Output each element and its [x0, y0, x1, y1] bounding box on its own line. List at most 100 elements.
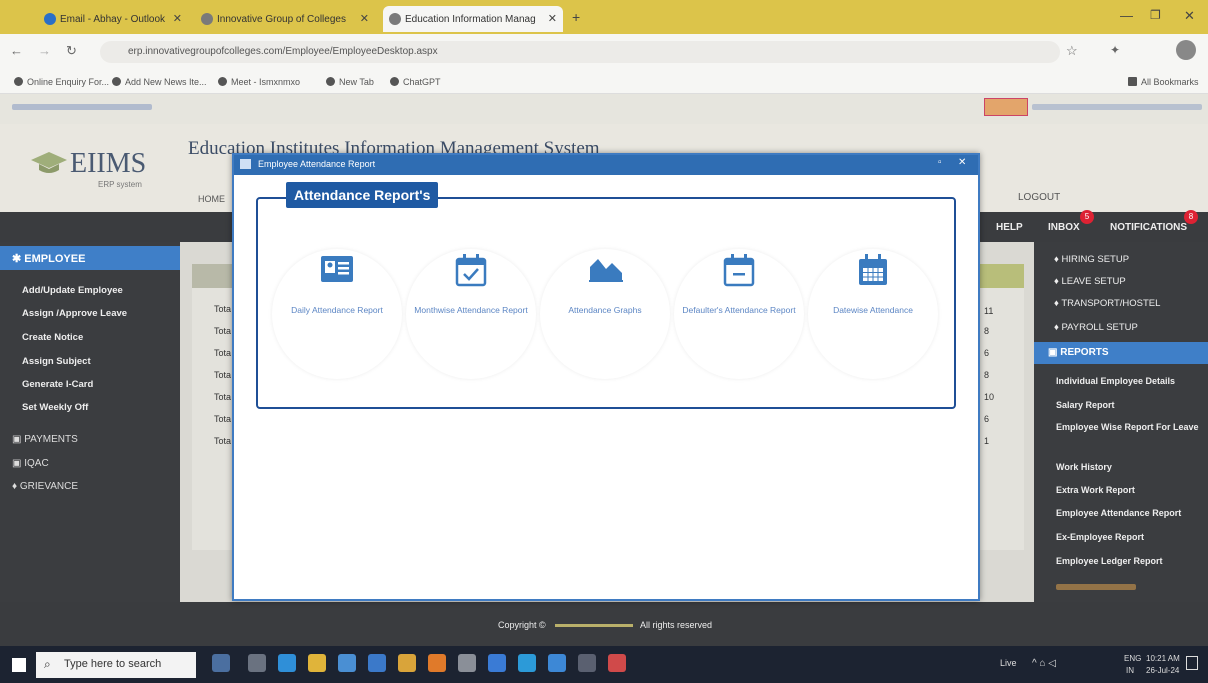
tab-outlook[interactable]: Email - Abhay - Outlook ✕	[38, 6, 188, 32]
sidebar-item-assign-subject[interactable]: Assign Subject	[22, 356, 91, 367]
forward-icon[interactable]: →	[38, 43, 51, 58]
new-tab-icon[interactable]: +	[572, 9, 580, 25]
report-ex-employee[interactable]: Ex-Employee Report	[1056, 532, 1204, 542]
bookmark-add-news[interactable]: Add New News Ite...	[112, 77, 207, 87]
maximize-icon[interactable]: ❐	[1150, 8, 1161, 22]
file-explorer-icon[interactable]	[308, 654, 326, 672]
url-field[interactable]: erp.innovativegroupofcolleges.com/Employ…	[100, 41, 1060, 63]
report-extra-work[interactable]: Extra Work Report	[1056, 485, 1204, 495]
sidebar-transport-hostel[interactable]: ♦ TRANSPORT/HOSTEL	[1054, 298, 1160, 309]
mail-icon[interactable]	[368, 654, 386, 672]
datewise-attendance-card[interactable]: Datewise Attendance	[808, 249, 938, 379]
report-salary[interactable]: Salary Report	[1056, 400, 1204, 410]
welcome-text	[12, 104, 152, 110]
total-row-label: Tota	[214, 326, 232, 336]
all-bookmarks[interactable]: All Bookmarks	[1128, 77, 1199, 87]
nav-home[interactable]: HOME	[198, 194, 225, 204]
minimize-icon[interactable]: —	[1120, 8, 1133, 23]
firefox-icon[interactable]	[428, 654, 446, 672]
panel-header-right	[980, 264, 1024, 288]
report-work-history[interactable]: Work History	[1056, 462, 1204, 472]
reset-password-link[interactable]	[1056, 584, 1136, 590]
calculator-icon[interactable]	[458, 654, 476, 672]
report-employee-ledger[interactable]: Employee Ledger Report	[1056, 556, 1204, 566]
report-employee-attendance[interactable]: Employee Attendance Report	[1056, 508, 1204, 518]
report-employee-wise-leave[interactable]: Employee Wise Report For Leave	[1056, 422, 1204, 432]
graduation-cap-icon	[30, 150, 68, 176]
sidebar-payments[interactable]: ▣ PAYMENTS	[12, 434, 78, 445]
clock-time[interactable]: 10:21 AM	[1146, 654, 1180, 663]
task-view-icon[interactable]	[248, 654, 266, 672]
attendance-graphs-card[interactable]: Attendance Graphs	[540, 249, 670, 379]
windows-start-icon[interactable]	[12, 658, 26, 672]
language-indicator[interactable]: ENG	[1124, 654, 1141, 663]
taskbar-search[interactable]: ⌕ Type here to search	[36, 652, 196, 678]
modal-titlebar: Employee Attendance Report ▫ ✕	[234, 155, 978, 175]
sidebar-iqac[interactable]: ▣ IQAC	[12, 458, 49, 469]
edge-icon[interactable]	[278, 654, 296, 672]
notifications-link[interactable]: NOTIFICATIONS	[1110, 222, 1187, 233]
sidebar-item-generate-icard[interactable]: Generate I-Card	[22, 379, 93, 390]
close-window-icon[interactable]: ✕	[1184, 8, 1195, 24]
total-row-label: Tota	[214, 370, 232, 380]
profile-avatar[interactable]	[1176, 40, 1196, 60]
close-icon[interactable]: ✕	[548, 12, 557, 25]
copyright-text: Copyright ©	[498, 620, 546, 630]
sidebar-reports-header[interactable]: ▣ REPORTS	[1034, 342, 1208, 364]
weather-widget[interactable]: Live	[1000, 658, 1017, 668]
copyright-link[interactable]	[555, 624, 633, 627]
help-link[interactable]: HELP	[996, 222, 1023, 233]
attendance-report-modal: Employee Attendance Report ▫ ✕ Attendanc…	[232, 153, 980, 601]
tray-icons[interactable]: ^ ⌂ ◁	[1032, 658, 1056, 669]
nav-logout[interactable]: LOGOUT	[1018, 192, 1060, 203]
sidebar-item-create-notice[interactable]: Create Notice	[22, 332, 83, 343]
daily-attendance-report-card[interactable]: Daily Attendance Report	[272, 249, 402, 379]
region-indicator: IN	[1126, 666, 1134, 675]
sidebar-hiring-setup[interactable]: ♦ HIRING SETUP	[1054, 254, 1129, 265]
close-icon[interactable]: ✕	[360, 12, 369, 25]
total-count: 8	[984, 326, 990, 336]
bookmark-new-tab[interactable]: New Tab	[326, 77, 374, 87]
app-icon[interactable]	[578, 654, 596, 672]
total-row-label: Tota	[214, 414, 232, 424]
logo-badge	[984, 98, 1028, 116]
close-icon[interactable]: ✕	[173, 12, 182, 25]
browser-tab-bar: Email - Abhay - Outlook ✕ Innovative Grou…	[0, 0, 1208, 34]
sidebar-grievance[interactable]: ♦ GRIEVANCE	[12, 481, 78, 492]
bookmark-meet[interactable]: Meet - Ismxnmxo	[218, 77, 300, 87]
inbox-link[interactable]: INBOX	[1048, 222, 1080, 233]
extensions-icon[interactable]: ✦	[1110, 43, 1120, 57]
app-icon[interactable]	[548, 654, 566, 672]
store-icon[interactable]	[338, 654, 356, 672]
monthwise-attendance-report-card[interactable]: Monthwise Attendance Report	[406, 249, 536, 379]
sidebar-item-set-weekly-off[interactable]: Set Weekly Off	[22, 402, 88, 413]
report-individual-employee-details[interactable]: Individual Employee Details	[1056, 376, 1204, 386]
taskbar-app-icon[interactable]	[212, 654, 230, 672]
page-footer: Copyright © All rights reserved	[0, 602, 1208, 646]
chrome-icon[interactable]	[398, 654, 416, 672]
defaulters-attendance-report-card[interactable]: Defaulter's Attendance Report	[674, 249, 804, 379]
sidebar-employee-header[interactable]: ✱ EMPLOYEE	[0, 246, 180, 270]
sidebar-leave-setup[interactable]: ♦ LEAVE SETUP	[1054, 276, 1126, 287]
bookmark-online-enquiry[interactable]: Online Enquiry For...	[14, 77, 109, 87]
tab-eiims[interactable]: Education Information Manag ✕	[383, 6, 563, 32]
sidebar-item-assign-approve-leave[interactable]: Assign /Approve Leave	[22, 308, 127, 319]
back-icon[interactable]: ←	[10, 43, 23, 58]
tab-college[interactable]: Innovative Group of Colleges ✕	[195, 6, 375, 32]
notification-center-icon[interactable]	[1186, 656, 1198, 670]
globe-icon	[389, 13, 401, 25]
id-card-icon	[321, 256, 353, 282]
bookmark-chatgpt[interactable]: ChatGPT	[390, 77, 441, 87]
sidebar-payroll-setup[interactable]: ♦ PAYROLL SETUP	[1054, 322, 1138, 333]
reload-icon[interactable]: ↻	[66, 43, 77, 59]
star-icon[interactable]: ☆	[1066, 43, 1078, 59]
app-icon[interactable]	[488, 654, 506, 672]
modal-close-icon[interactable]: ✕	[958, 157, 966, 168]
app-icon[interactable]	[518, 654, 536, 672]
modal-maximize-icon[interactable]: ▫	[938, 157, 942, 168]
app-icon[interactable]	[608, 654, 626, 672]
sidebar-item-add-update-employee[interactable]: Add/Update Employee	[22, 285, 123, 296]
card-label: Attendance Graphs	[568, 305, 642, 315]
total-row-label: Tota	[214, 436, 232, 446]
window-icon	[240, 159, 251, 169]
